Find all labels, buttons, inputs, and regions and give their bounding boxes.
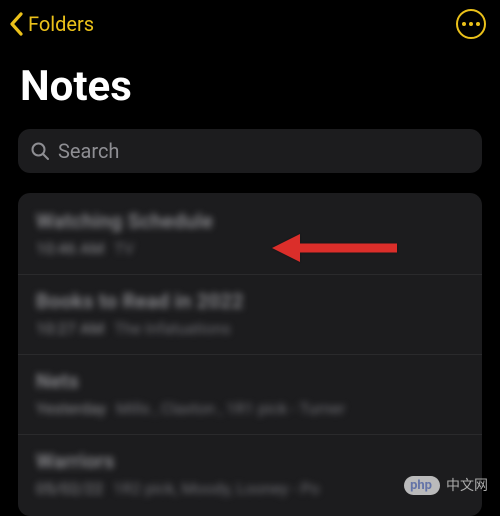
- back-button[interactable]: Folders: [8, 11, 94, 37]
- watermark-site-text: 中文网: [446, 475, 488, 495]
- note-meta: 05/02/22 1R2 pick, Moody, Looney - Po: [36, 479, 464, 498]
- back-label: Folders: [28, 12, 94, 36]
- note-time: Yesterday: [36, 399, 106, 418]
- note-item[interactable]: Watching Schedule 10:46 AM TV: [18, 195, 482, 275]
- more-button[interactable]: [456, 9, 486, 39]
- notes-list: Watching Schedule 10:46 AM TV Books to R…: [18, 193, 482, 516]
- ellipsis-icon: [462, 22, 480, 26]
- page-title: Notes: [0, 48, 500, 129]
- search-input[interactable]: Search: [18, 129, 482, 173]
- nav-bar: Folders: [0, 0, 500, 48]
- note-item[interactable]: Nets Yesterday Mills , Claxton , 1R1 pic…: [18, 355, 482, 435]
- watermark-badge-text: php: [410, 478, 432, 493]
- watermark-badge: php: [404, 476, 440, 495]
- note-time: 05/02/22: [36, 479, 103, 498]
- note-time: 10:27 AM: [36, 319, 104, 338]
- search-icon: [30, 141, 50, 161]
- note-title: Watching Schedule: [36, 209, 464, 233]
- search-placeholder: Search: [58, 139, 119, 163]
- note-meta: 10:46 AM TV: [36, 239, 464, 258]
- note-preview: 1R2 pick, Moody, Looney - Po: [113, 479, 320, 498]
- note-preview: TV: [114, 239, 134, 258]
- note-item[interactable]: Books to Read in 2022 10:27 AM The Infat…: [18, 275, 482, 355]
- watermark: php 中文网: [404, 475, 488, 495]
- note-title: Warriors: [36, 449, 464, 473]
- chevron-left-icon: [8, 11, 26, 37]
- note-preview: The Infatuations: [114, 319, 230, 338]
- note-preview: Mills , Claxton , 1R1 pick - Turner: [116, 399, 345, 418]
- note-title: Books to Read in 2022: [36, 289, 464, 313]
- note-meta: Yesterday Mills , Claxton , 1R1 pick - T…: [36, 399, 464, 418]
- note-meta: 10:27 AM The Infatuations: [36, 319, 464, 338]
- note-title: Nets: [36, 369, 464, 393]
- note-time: 10:46 AM: [36, 239, 104, 258]
